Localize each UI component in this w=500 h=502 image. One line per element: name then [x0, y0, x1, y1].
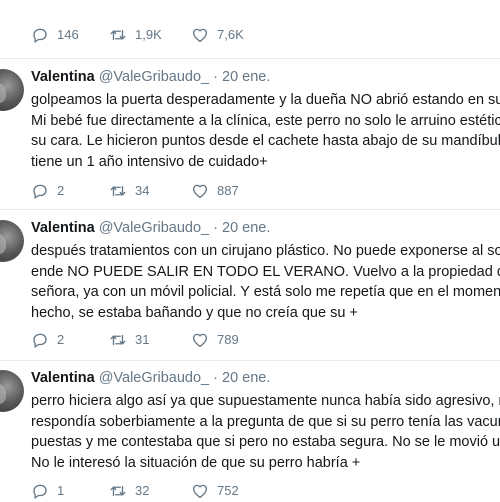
tweet-text-line: tiene un 1 año intensivo de cuidado+: [31, 153, 268, 170]
like-button[interactable]: 887: [191, 180, 239, 202]
reply-button[interactable]: 146: [31, 24, 79, 46]
reply-button[interactable]: 2: [31, 180, 64, 202]
tweet[interactable]: Valentina @ValeGribaudo_ · 20 ene. despu…: [0, 218, 500, 358]
retweet-count: 31: [135, 332, 150, 347]
tweet-actions: 1 32 752: [0, 480, 500, 502]
like-count: 752: [217, 483, 239, 498]
tweet-text-line: perro hiciera algo así ya que supuestame…: [31, 393, 500, 409]
tweet-text-line: después tratamientos con un cirujano plá…: [31, 243, 500, 259]
tweet-header: Valentina @ValeGribaudo_ · 20 ene.: [31, 67, 270, 87]
heart-icon: [192, 484, 208, 499]
tweet-text-line: señora, ya con un móvil policial. Y está…: [31, 284, 500, 300]
tweet-text-line: ende NO PUEDE SALIR EN TODO EL VERANO. V…: [31, 263, 500, 280]
like-button[interactable]: 7,6K: [191, 24, 244, 46]
tweet-text: perro hiciera algo así ya que supuestame…: [31, 391, 500, 473]
user-handle[interactable]: @ValeGribaudo_: [99, 69, 209, 85]
tweet-text-line: Mi bebé fue directamente a la clínica, e…: [31, 112, 500, 129]
divider: [0, 209, 500, 210]
heart-icon: [192, 28, 208, 43]
tweet-text-line: su cara. Le hicieron puntos desde el cac…: [31, 133, 500, 149]
tweet-date[interactable]: 20 ene.: [222, 220, 270, 236]
divider: [0, 58, 500, 59]
tweet-text-line: puestas y me contestaba que si pero no e…: [31, 434, 500, 450]
tweet-text-line: golpeamos la puerta desperadamente y la …: [31, 92, 500, 108]
separator-dot: ·: [213, 370, 218, 386]
like-button[interactable]: 789: [191, 329, 239, 351]
tweet[interactable]: Valentina @ValeGribaudo_ · 20 ene. golpe…: [0, 67, 500, 207]
separator-dot: ·: [213, 220, 218, 236]
like-count: 7,6K: [217, 27, 244, 42]
retweet-icon: [110, 334, 126, 346]
tweet-text: golpeamos la puerta desperadamente y la …: [31, 90, 500, 172]
retweet-count: 34: [135, 183, 150, 198]
reply-icon: [33, 184, 47, 200]
retweet-button[interactable]: 1,9K: [109, 24, 162, 46]
divider: [0, 360, 500, 361]
tweet-text: después tratamientos con un cirujano plá…: [31, 241, 500, 323]
display-name[interactable]: Valentina: [31, 370, 95, 386]
user-handle[interactable]: @ValeGribaudo_: [99, 220, 209, 236]
top-tweet-actions: 146 1,9K 7,6K: [0, 24, 500, 46]
reply-button[interactable]: 1: [31, 480, 64, 502]
tweet-date[interactable]: 20 ene.: [222, 370, 270, 386]
reply-icon: [33, 28, 47, 44]
reply-count: 2: [57, 332, 65, 347]
retweet-icon: [110, 185, 126, 197]
retweet-button[interactable]: 32: [109, 480, 149, 502]
retweet-icon: [110, 485, 126, 497]
retweet-icon: [110, 29, 126, 41]
reply-button[interactable]: 2: [31, 329, 64, 351]
retweet-count: 32: [135, 483, 150, 498]
like-count: 789: [217, 332, 239, 347]
tweet-text-line: hecho, se estaba bañando y que no creía …: [31, 304, 358, 321]
display-name[interactable]: Valentina: [31, 69, 95, 85]
retweet-button[interactable]: 34: [109, 180, 149, 202]
reply-icon: [33, 484, 47, 500]
avatar[interactable]: [0, 69, 24, 111]
reply-count: 1: [57, 483, 65, 498]
tweet[interactable]: Valentina @ValeGribaudo_ · 20 ene. perro…: [0, 368, 500, 500]
reply-count: 2: [57, 183, 65, 198]
heart-icon: [192, 333, 208, 348]
separator-dot: ·: [213, 69, 218, 85]
user-handle[interactable]: @ValeGribaudo_: [99, 370, 209, 386]
tweet-text-line: No le interesó la situación de que su pe…: [31, 454, 361, 471]
tweet-header: Valentina @ValeGribaudo_ · 20 ene.: [31, 218, 270, 238]
tweet-header: Valentina @ValeGribaudo_ · 20 ene.: [31, 368, 270, 388]
avatar[interactable]: [0, 220, 24, 262]
tweet-actions: 2 34 887: [0, 180, 500, 202]
retweet-button[interactable]: 31: [109, 329, 149, 351]
display-name[interactable]: Valentina: [31, 220, 95, 236]
tweet-actions: 2 31 789: [0, 329, 500, 351]
tweet-date[interactable]: 20 ene.: [222, 69, 270, 85]
heart-icon: [192, 184, 208, 199]
reply-icon: [33, 333, 47, 349]
like-count: 887: [217, 183, 239, 198]
like-button[interactable]: 752: [191, 480, 239, 502]
reply-count: 146: [57, 27, 79, 42]
retweet-count: 1,9K: [135, 27, 162, 42]
avatar[interactable]: [0, 370, 24, 412]
tweet-text-line: respondía soberbiamente a la pregunta de…: [31, 413, 500, 430]
